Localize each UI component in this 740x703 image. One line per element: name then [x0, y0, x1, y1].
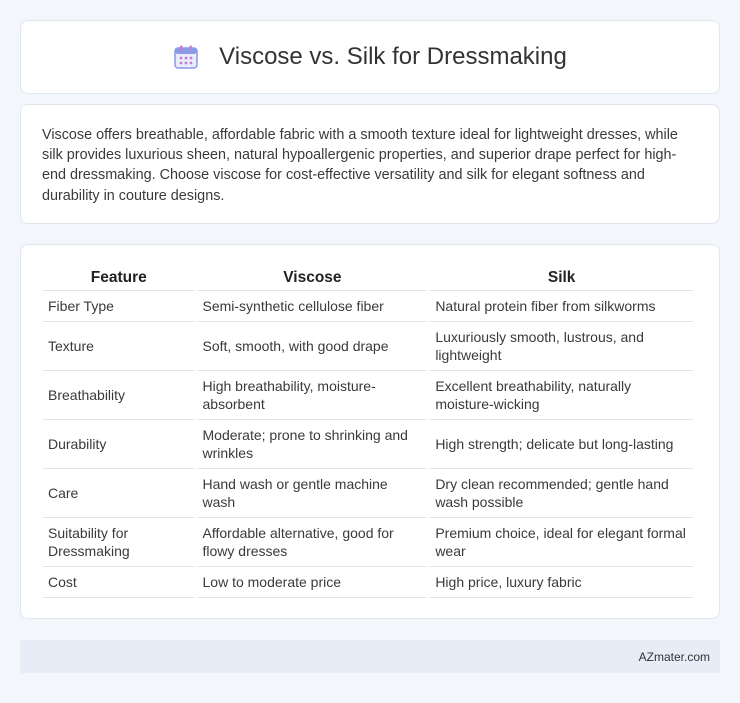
table-row: Care Hand wash or gentle machine wash Dr…: [43, 469, 693, 518]
feature-cell: Texture: [43, 322, 195, 371]
feature-cell: Durability: [43, 420, 195, 469]
comparison-table-card: Feature Viscose Silk Fiber Type Semi-syn…: [20, 244, 720, 619]
comparison-table: Feature Viscose Silk Fiber Type Semi-syn…: [40, 261, 696, 598]
footer-brand-link[interactable]: AZmater.com: [639, 650, 710, 664]
viscose-cell: Hand wash or gentle machine wash: [197, 469, 428, 518]
table-header-row: Feature Viscose Silk: [43, 261, 693, 291]
feature-cell: Cost: [43, 567, 195, 598]
feature-cell: Suitability for Dressmaking: [43, 518, 195, 567]
feature-cell: Breathability: [43, 371, 195, 420]
header-viscose: Viscose: [197, 261, 428, 291]
silk-cell: Dry clean recommended; gentle hand wash …: [430, 469, 693, 518]
calendar-icon: [173, 44, 199, 70]
summary-card: Viscose offers breathable, affordable fa…: [20, 104, 720, 224]
viscose-cell: Low to moderate price: [197, 567, 428, 598]
feature-cell: Care: [43, 469, 195, 518]
feature-cell: Fiber Type: [43, 291, 195, 322]
table-row: Durability Moderate; prone to shrinking …: [43, 420, 693, 469]
silk-cell: Luxuriously smooth, lustrous, and lightw…: [430, 322, 693, 371]
footer-bar: AZmater.com: [20, 640, 720, 673]
viscose-cell: Semi-synthetic cellulose fiber: [197, 291, 428, 322]
page-title: Viscose vs. Silk for Dressmaking: [219, 43, 567, 70]
header-feature: Feature: [43, 261, 195, 291]
silk-cell: Premium choice, ideal for elegant formal…: [430, 518, 693, 567]
silk-cell: High strength; delicate but long-lasting: [430, 420, 693, 469]
viscose-cell: Affordable alternative, good for flowy d…: [197, 518, 428, 567]
summary-text: Viscose offers breathable, affordable fa…: [42, 127, 678, 204]
table-row: Texture Soft, smooth, with good drape Lu…: [43, 322, 693, 371]
silk-cell: Excellent breathability, naturally moist…: [430, 371, 693, 420]
header-silk: Silk: [430, 261, 693, 291]
table-row: Breathability High breathability, moistu…: [43, 371, 693, 420]
table-row: Cost Low to moderate price High price, l…: [43, 567, 693, 598]
silk-cell: High price, luxury fabric: [430, 567, 693, 598]
table-row: Fiber Type Semi-synthetic cellulose fibe…: [43, 291, 693, 322]
viscose-cell: Soft, smooth, with good drape: [197, 322, 428, 371]
viscose-cell: Moderate; prone to shrinking and wrinkle…: [197, 420, 428, 469]
viscose-cell: High breathability, moisture-absorbent: [197, 371, 428, 420]
table-row: Suitability for Dressmaking Affordable a…: [43, 518, 693, 567]
title-card: Viscose vs. Silk for Dressmaking: [20, 20, 720, 94]
silk-cell: Natural protein fiber from silkworms: [430, 291, 693, 322]
